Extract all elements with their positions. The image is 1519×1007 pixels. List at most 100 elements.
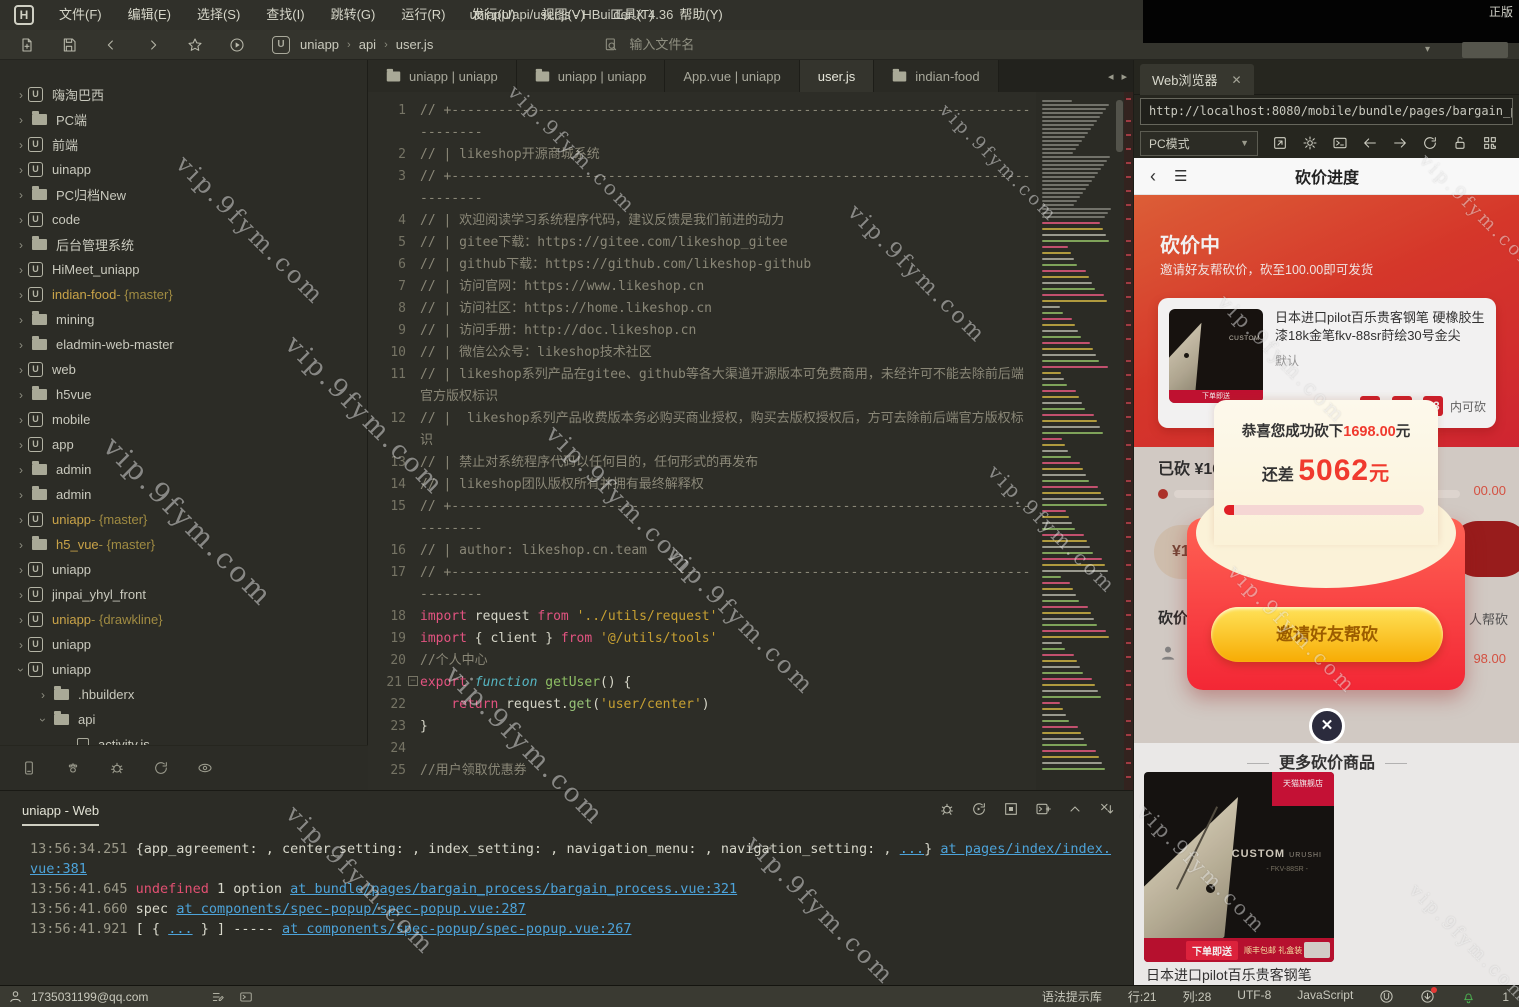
tree-item[interactable]: ›Ucode xyxy=(0,207,367,232)
menu-item[interactable]: 工具(T) xyxy=(598,0,667,30)
tree-item[interactable]: ›Uuniapp - {drawkline} xyxy=(0,607,367,632)
browser-tab[interactable]: Web浏览器 ✕ xyxy=(1140,64,1254,95)
tree-item[interactable]: ›admin xyxy=(0,457,367,482)
tree-item[interactable]: ›PC端 xyxy=(0,107,367,132)
update-icon[interactable] xyxy=(1420,989,1435,1004)
tree-item[interactable]: ›admin xyxy=(0,482,367,507)
restart-icon[interactable] xyxy=(971,801,987,817)
menu-item[interactable]: 运行(R) xyxy=(388,0,458,30)
tree-item[interactable]: ›后台管理系统 xyxy=(0,232,367,257)
tree-item[interactable]: ›U嗨淘巴西 xyxy=(0,82,367,107)
preview-icon[interactable] xyxy=(190,755,220,781)
tree-item[interactable]: ›Uweb xyxy=(0,357,367,382)
console-link[interactable]: at components/spec-popup/spec-popup.vue:… xyxy=(282,921,632,937)
circled-u-icon[interactable] xyxy=(1379,989,1394,1004)
editor-tab[interactable]: uniapp | uniapp xyxy=(517,60,666,92)
small-gray-button[interactable] xyxy=(1462,42,1508,58)
console-link[interactable]: ... xyxy=(900,841,924,857)
gear-icon[interactable] xyxy=(1302,135,1318,151)
refresh-icon[interactable] xyxy=(1422,135,1438,151)
editor-tab[interactable]: indian-food xyxy=(874,60,998,92)
breadcrumb-file[interactable]: user.js xyxy=(396,37,434,52)
tree-item[interactable]: ›.hbuilderx xyxy=(0,682,367,707)
console-log[interactable]: 13:56:34.251 {app_agreement: , center_se… xyxy=(30,839,1113,939)
breadcrumb-folder[interactable]: api xyxy=(359,37,376,52)
save-icon[interactable] xyxy=(54,32,84,58)
tree-item[interactable]: ›Ujinpai_yhyl_front xyxy=(0,582,367,607)
close-icon[interactable]: ✕ xyxy=(1232,73,1242,87)
paw-icon[interactable] xyxy=(58,755,88,781)
device-mode-select[interactable]: PC模式 ▼ xyxy=(1140,131,1258,156)
menu-item[interactable]: 查找(I) xyxy=(253,0,317,30)
terminal-new-icon[interactable] xyxy=(1035,801,1051,817)
menu-item[interactable]: 跳转(G) xyxy=(318,0,389,30)
tree-item[interactable]: ›Uuniapp - {master} xyxy=(0,507,367,532)
tree-item[interactable]: ›U前端 xyxy=(0,132,367,157)
status-item[interactable]: 语法提示库 xyxy=(1042,988,1102,1005)
file-search-input[interactable] xyxy=(629,37,849,52)
notes-icon[interactable] xyxy=(211,990,225,1004)
menu-item[interactable]: 编辑(E) xyxy=(115,0,184,30)
code-area[interactable]: 1// +-----------------------------------… xyxy=(368,92,1036,790)
status-item[interactable]: JavaScript xyxy=(1297,988,1353,1005)
qr-code-icon[interactable] xyxy=(1482,135,1498,151)
tree-item[interactable]: ›Umobile xyxy=(0,407,367,432)
tree-item[interactable]: ›Uuniapp xyxy=(0,557,367,582)
tree-item[interactable]: ›Uapp xyxy=(0,432,367,457)
tree-item[interactable]: ›Uuinapp xyxy=(0,157,367,182)
menu-item[interactable]: 选择(S) xyxy=(184,0,253,30)
tree-item[interactable]: ›Uuniapp xyxy=(0,657,367,682)
status-item[interactable]: UTF-8 xyxy=(1237,988,1271,1005)
status-item[interactable]: 行:21 xyxy=(1128,988,1157,1005)
account-icon[interactable] xyxy=(8,989,23,1004)
notification-bell-icon[interactable] xyxy=(1461,989,1476,1004)
new-file-icon[interactable] xyxy=(12,32,42,58)
overview-ruler[interactable] xyxy=(1124,92,1133,790)
menu-item[interactable]: 帮助(Y) xyxy=(666,0,735,30)
modal-close-button[interactable]: ✕ xyxy=(1309,708,1345,744)
tree-item[interactable]: ›h5vue xyxy=(0,382,367,407)
tree-item[interactable]: ›Uuniapp xyxy=(0,632,367,657)
minimap-thumb[interactable] xyxy=(1116,100,1123,152)
tree-item[interactable]: ›PC归档New xyxy=(0,182,367,207)
tab-scroll-arrows[interactable]: ◂▸ xyxy=(1108,60,1127,92)
minimap[interactable] xyxy=(1036,92,1124,790)
back-icon[interactable] xyxy=(1362,135,1378,151)
bug-icon[interactable] xyxy=(102,755,132,781)
account-email[interactable]: 1735031199@qq.com xyxy=(31,990,148,1004)
console-link[interactable]: at bundle/pages/bargain_process/bargain_… xyxy=(290,881,737,897)
run-icon[interactable] xyxy=(222,32,252,58)
breadcrumb-project[interactable]: uniapp xyxy=(300,37,339,52)
refresh-icon[interactable] xyxy=(146,755,176,781)
nav-forward-icon[interactable] xyxy=(138,32,168,58)
file-search[interactable] xyxy=(603,37,849,53)
invite-friends-button[interactable]: 邀请好友帮砍 xyxy=(1211,607,1443,662)
debug-icon[interactable] xyxy=(939,801,955,817)
star-icon[interactable] xyxy=(180,32,210,58)
stop-icon[interactable] xyxy=(1003,801,1019,817)
editor-tab[interactable]: App.vue | uniapp xyxy=(665,60,799,92)
forward-icon[interactable] xyxy=(1392,135,1408,151)
console-link[interactable]: ... xyxy=(168,921,192,937)
terminal-icon[interactable] xyxy=(239,990,253,1004)
menu-item[interactable]: 发行(U) xyxy=(458,0,528,30)
tree-item[interactable]: ›UHiMeet_uniapp xyxy=(0,257,367,282)
console-icon[interactable] xyxy=(14,755,44,781)
tree-item[interactable]: ›mining xyxy=(0,307,367,332)
devtools-icon[interactable] xyxy=(1332,135,1348,151)
caret-icon[interactable]: ▾ xyxy=(1425,44,1430,55)
tree-item[interactable]: ›api xyxy=(0,707,367,732)
console-link[interactable]: at components/spec-popup/spec-popup.vue:… xyxy=(176,901,526,917)
tree-item[interactable]: ›Uindian-food - {master} xyxy=(0,282,367,307)
editor-tab[interactable]: user.js xyxy=(800,60,875,92)
collapse-icon[interactable] xyxy=(1067,801,1083,817)
menu-item[interactable]: 文件(F) xyxy=(46,0,115,30)
fold-icon[interactable]: − xyxy=(408,676,418,686)
tree-item[interactable]: ›h5_vue - {master} xyxy=(0,532,367,557)
menu-item[interactable]: 视图(V) xyxy=(528,0,597,30)
clear-log-icon[interactable] xyxy=(1099,801,1115,817)
tree-item[interactable]: ›eladmin-web-master xyxy=(0,332,367,357)
nav-back-icon[interactable] xyxy=(96,32,126,58)
status-item[interactable]: 列:28 xyxy=(1183,988,1212,1005)
url-bar[interactable]: http://localhost:8080/mobile/bundle/page… xyxy=(1140,98,1513,125)
